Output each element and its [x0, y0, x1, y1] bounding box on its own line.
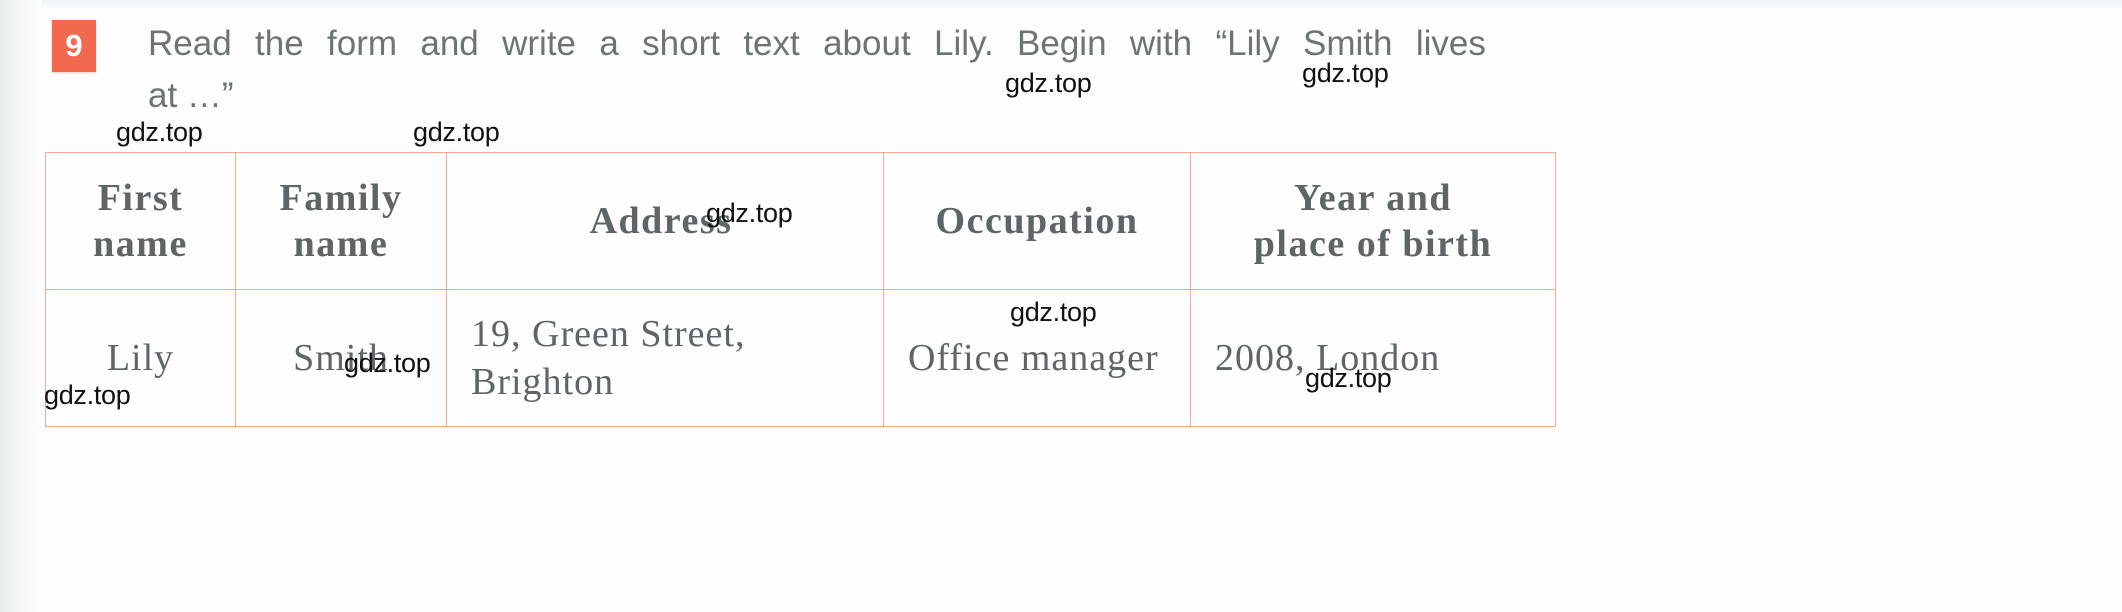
header-year-place-line1: Year and [1293, 177, 1453, 219]
watermark-text: gdz.top [1010, 297, 1097, 327]
cell-year-place-of-birth: 2008, London [1190, 289, 1556, 427]
watermark-text: gdz.top [413, 117, 500, 147]
page-top-shading [0, 0, 2122, 10]
header-occupation: Occupation [883, 152, 1191, 290]
instruction-word: short [642, 24, 720, 63]
instruction-word: “Lily [1215, 24, 1280, 63]
header-family-name-line2: name [293, 223, 389, 265]
watermark-text: gdz.top [1302, 58, 1389, 88]
page-left-shading [0, 0, 42, 612]
instruction-line-1: Read the form and write a short text abo… [148, 18, 1486, 70]
watermark-text: gdz.top [1005, 68, 1092, 98]
instruction-word: Read [148, 24, 232, 63]
instruction-word: a [599, 24, 619, 63]
table-header-row: First name Family name Address Occupatio… [45, 152, 1556, 290]
instruction-word: and [420, 24, 479, 63]
instruction-word: Lily. [934, 24, 994, 63]
cell-address: 19, Green Street, Brighton [446, 289, 884, 427]
instruction-word: write [502, 24, 577, 63]
instruction-word: about [823, 24, 911, 63]
header-year-place-line2: place of birth [1253, 223, 1493, 265]
instruction-word: Begin [1017, 24, 1107, 63]
watermark-text: gdz.top [116, 117, 203, 147]
table-row: Lily Smith 19, Green Street, Brighton Of… [45, 289, 1556, 427]
watermark-text: gdz.top [1305, 363, 1392, 393]
header-first-name-line1: First [97, 177, 184, 219]
exercise-instruction: Read the form and write a short text abo… [148, 18, 1486, 122]
header-family-name-line1: Family [279, 177, 403, 219]
instruction-word: lives [1415, 24, 1486, 63]
exercise-number-badge: 9 [52, 20, 96, 72]
instruction-word: the [255, 24, 304, 63]
watermark-text: gdz.top [344, 348, 431, 378]
header-address: Address [446, 152, 884, 290]
instruction-line-2: at …” [148, 76, 234, 115]
watermark-text: gdz.top [706, 198, 793, 228]
header-address-line1: Address [589, 200, 733, 242]
header-occupation-line1: Occupation [935, 200, 1139, 242]
watermark-text: gdz.top [44, 380, 131, 410]
header-family-name: Family name [235, 152, 447, 290]
header-first-name-line2: name [93, 223, 188, 265]
header-year-place-of-birth: Year and place of birth [1190, 152, 1556, 290]
instruction-word: with [1129, 24, 1193, 63]
instruction-word: text [743, 24, 800, 63]
header-first-name: First name [45, 152, 236, 290]
instruction-word: form [327, 24, 398, 63]
